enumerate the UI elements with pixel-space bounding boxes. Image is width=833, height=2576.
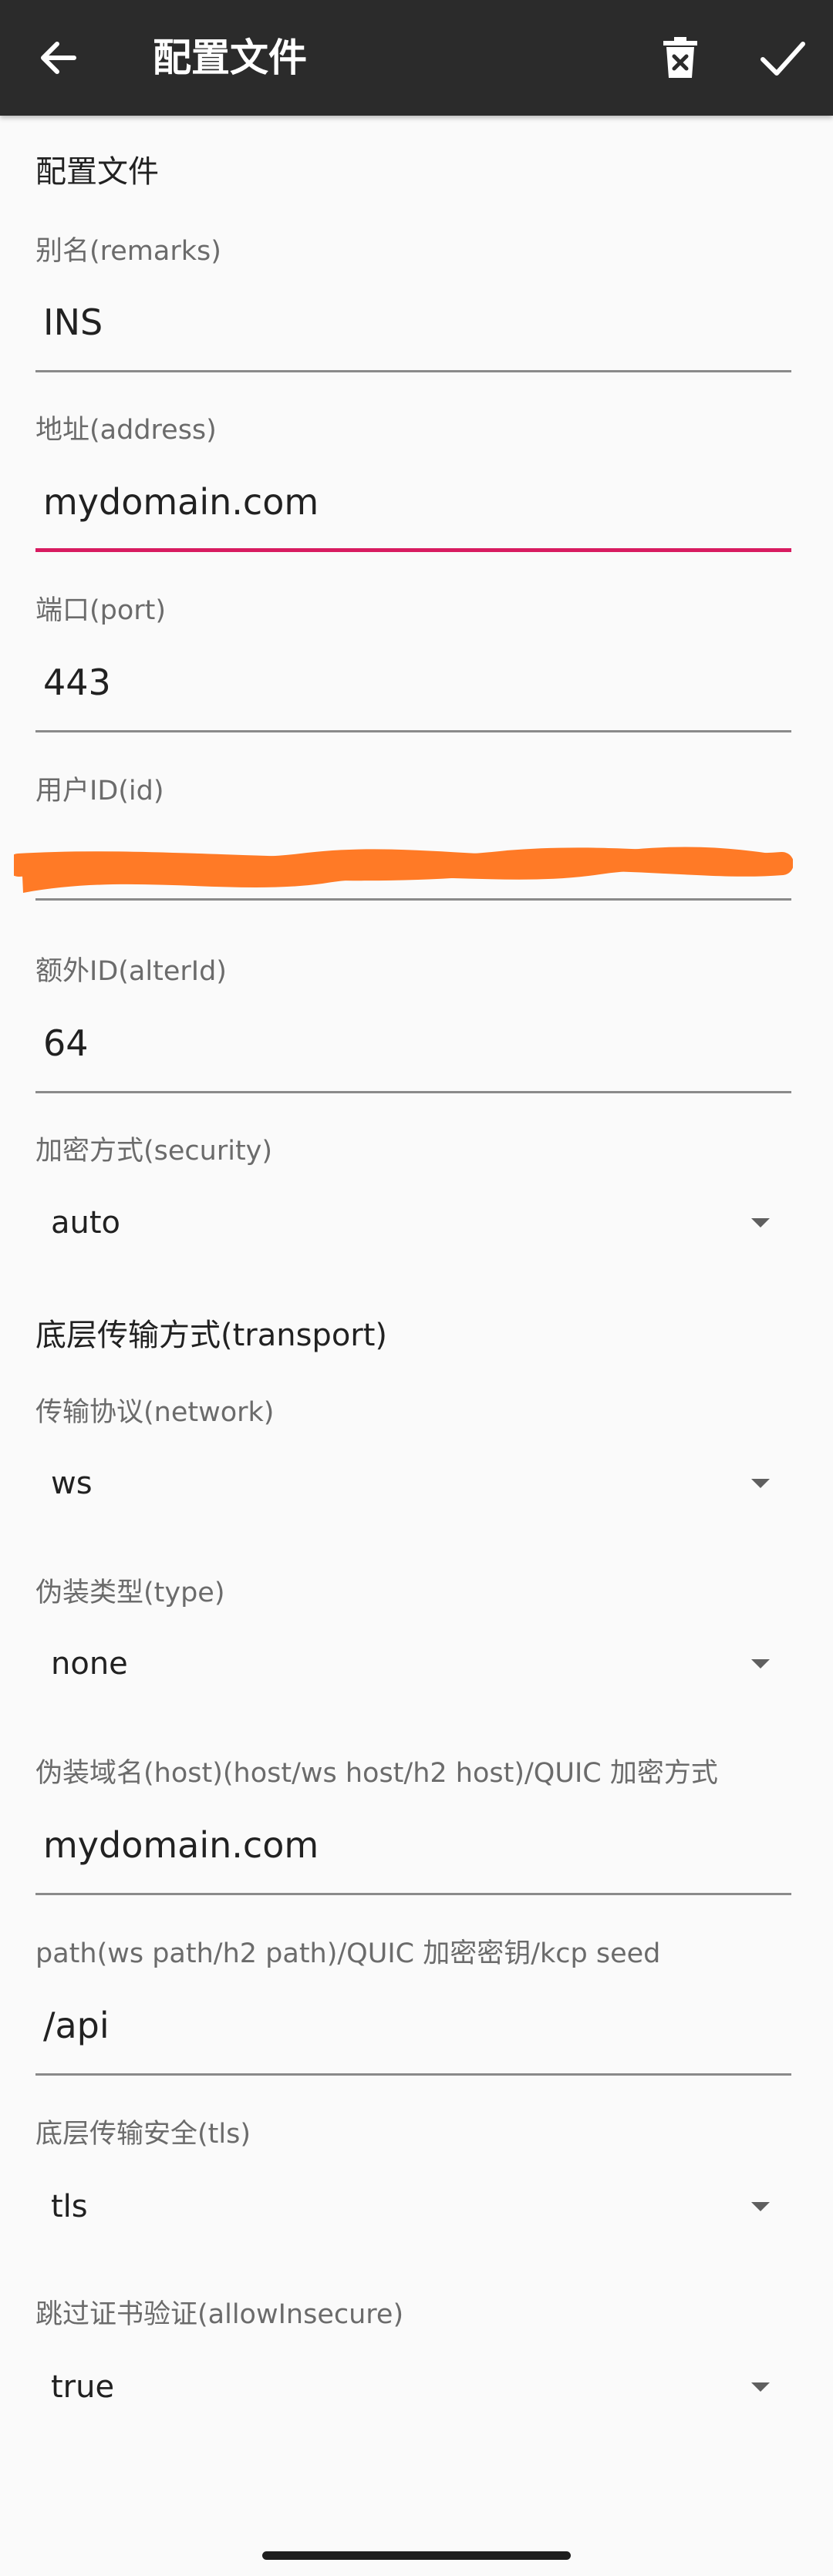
address-label: 地址(address) [35,415,217,446]
path-underline [35,2073,791,2076]
dropdown-arrow-icon [751,2202,770,2211]
path-value: /api [43,2005,110,2046]
remarks-value: INS [43,301,103,343]
allowInsecure-label: 跳过证书验证(allowInsecure) [35,2299,404,2330]
alterId-label: 额外ID(alterId) [35,956,227,987]
back-arrow-icon[interactable] [35,35,82,81]
security-dropdown[interactable]: auto [35,1194,791,1255]
app-bar: 配置文件 [0,0,833,116]
type-value: none [51,1646,128,1682]
address-underline [35,548,791,552]
alterId-value: 64 [43,1022,89,1064]
tls-dropdown[interactable]: tls [35,2177,791,2239]
redaction-scribble [14,847,793,893]
section-header-transport: 底层传输方式(transport) [35,1318,388,1353]
path-label: path(ws path/h2 path)/QUIC 加密密钥/kcp seed [35,1938,661,1969]
check-icon[interactable] [758,35,808,81]
tls-value: tls [51,2189,88,2224]
address-field[interactable]: mydomain.com [35,475,791,552]
home-indicator[interactable] [262,2551,571,2560]
id-label: 用户ID(id) [35,776,164,806]
network-label: 传输协议(network) [35,1397,275,1428]
alterId-field[interactable]: 64 [35,1016,791,1093]
port-underline [35,730,791,732]
page-title: 配置文件 [153,35,307,80]
dropdown-arrow-icon [751,1479,770,1488]
host-label: 伪装域名(host)(host/ws host/h2 host)/QUIC 加密… [35,1758,718,1789]
security-value: auto [51,1205,121,1241]
dropdown-arrow-icon [751,1659,770,1669]
host-value: mydomain.com [43,1824,319,1866]
network-value: ws [51,1466,93,1501]
remarks-label: 别名(remarks) [35,236,221,267]
security-label: 加密方式(security) [35,1136,273,1167]
port-field[interactable]: 443 [35,655,791,732]
path-field[interactable]: /api [35,1999,791,2076]
remarks-field[interactable]: INS [35,295,791,372]
port-value: 443 [43,662,111,703]
address-value: mydomain.com [43,481,319,523]
section-header-config: 配置文件 [35,154,159,190]
network-dropdown[interactable]: ws [35,1454,791,1516]
allowInsecure-value: true [51,2369,115,2405]
alterId-underline [35,1091,791,1093]
dropdown-arrow-icon [751,1218,770,1227]
dropdown-arrow-icon [751,2382,770,2392]
remarks-underline [35,370,791,372]
port-label: 端口(port) [35,595,167,626]
tls-label: 底层传输安全(tls) [35,2119,251,2150]
type-dropdown[interactable]: none [35,1635,791,1696]
allowInsecure-dropdown[interactable]: true [35,2358,791,2419]
type-label: 伪装类型(type) [35,1578,225,1608]
host-field[interactable]: mydomain.com [35,1818,791,1895]
host-underline [35,1893,791,1895]
delete-icon[interactable] [660,35,700,81]
